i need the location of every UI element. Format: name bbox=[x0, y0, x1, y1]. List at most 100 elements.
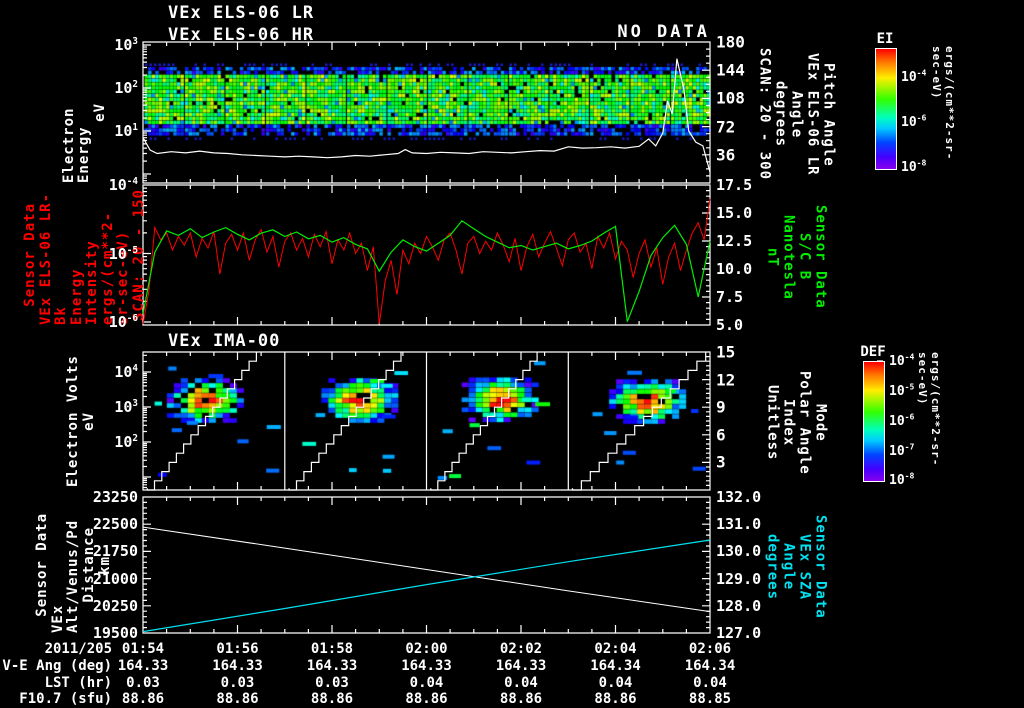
y-tick-label: 131.0 bbox=[716, 515, 762, 534]
y-tick-label: 128.0 bbox=[716, 596, 762, 615]
y-tick-label: 12.5 bbox=[716, 232, 753, 250]
axis-label-line: Angle bbox=[788, 90, 805, 139]
panel3-staircase bbox=[571, 352, 707, 491]
table-value: 88.86 bbox=[310, 691, 354, 707]
y-tick-label: 130.0 bbox=[716, 542, 762, 561]
y-tick-label: 104 bbox=[114, 363, 138, 381]
y-tick-label: 101 bbox=[114, 122, 138, 140]
y-tick-label: 23250 bbox=[92, 488, 138, 506]
y-tick-label: 180 bbox=[716, 32, 745, 52]
colorbar-ei-title: EI bbox=[876, 31, 894, 47]
table-value: 0.04 bbox=[598, 674, 633, 691]
row-label-f107: F10.7 (sfu) bbox=[19, 691, 112, 707]
axis-label-line: Unitless bbox=[764, 385, 781, 461]
table-value: 164.34 bbox=[684, 658, 736, 674]
y-tick-label: 10-5 bbox=[108, 244, 138, 263]
table-value: 0.03 bbox=[220, 674, 255, 691]
colorbar-def bbox=[863, 361, 885, 482]
y-tick-label: 129.0 bbox=[716, 569, 762, 588]
table-value: 88.86 bbox=[594, 691, 637, 707]
time-tick-label: 01:58 bbox=[310, 641, 354, 657]
axis-label-line: Electron Energy bbox=[61, 107, 92, 183]
table-value: 164.33 bbox=[401, 658, 452, 674]
axis-label-line: Sensor Data bbox=[22, 203, 38, 307]
table-value: 88.86 bbox=[216, 691, 259, 707]
axis-label-line: Polar Angle bbox=[796, 371, 813, 475]
axis-label-line: Pitch Angle bbox=[820, 62, 837, 167]
y-tick-label: 15 bbox=[716, 342, 736, 362]
y-tick-label: 103 bbox=[114, 36, 138, 54]
y-tick-label: 132.0 bbox=[716, 488, 762, 506]
panel1-title-line1: VEx ELS-06 LR bbox=[168, 3, 315, 23]
panel3-staircase bbox=[146, 352, 257, 491]
panel4-sza-line bbox=[142, 539, 711, 633]
colorbar-ei-unit: ergs/(cm**2-sr-sec-eV) bbox=[930, 46, 956, 161]
y-tick-label: 36 bbox=[716, 145, 736, 165]
no-data-label: NO DATA bbox=[617, 22, 710, 42]
axis-label-line: VEx ELS-06 LR bbox=[804, 53, 821, 176]
y-tick-label: 20250 bbox=[92, 596, 138, 615]
plot-figure: VEx ELS-06 LR VEx ELS-06 HR NO DATA VEx … bbox=[0, 0, 1024, 708]
colorbar-tick-label: 10-5 bbox=[889, 382, 915, 399]
y-tick-label: 72 bbox=[716, 117, 736, 137]
axis-label-line: VEx Alt/Venus/Pd bbox=[50, 519, 81, 633]
y-tick-label: 22500 bbox=[92, 515, 138, 534]
y-tick-label: 103 bbox=[114, 398, 138, 416]
y-tick-label: 7.5 bbox=[716, 288, 744, 306]
y-tick-label: 9 bbox=[716, 397, 726, 417]
y-tick-label: 6 bbox=[716, 425, 726, 445]
colorbar-tick-label: 10-6 bbox=[889, 412, 915, 429]
time-tick-label: 02:06 bbox=[688, 641, 732, 657]
axis-label-line: VEx SZA bbox=[796, 533, 813, 600]
y-tick-label: 5.0 bbox=[716, 316, 744, 334]
table-value: 0.04 bbox=[504, 674, 538, 691]
y-tick-label: 15.0 bbox=[716, 204, 753, 222]
y-tick-label: 3 bbox=[716, 452, 726, 472]
panel3-staircase bbox=[288, 352, 402, 491]
axis-label-line: Mode bbox=[812, 404, 829, 442]
colorbar-tick-label: 10-7 bbox=[889, 442, 915, 459]
y-tick-label: 144 bbox=[716, 60, 745, 80]
panel3-staircase bbox=[430, 352, 538, 491]
y-tick-label: 12 bbox=[716, 370, 736, 390]
y-tick-label: 127.0 bbox=[716, 624, 762, 642]
colorbar-tick-label: 10-6 bbox=[901, 113, 927, 131]
y-tick-label: 102 bbox=[114, 79, 138, 97]
y-tick-label: 21000 bbox=[92, 569, 138, 588]
table-value: 88.85 bbox=[688, 691, 732, 707]
table-value: 164.34 bbox=[590, 658, 641, 674]
table-value: 164.33 bbox=[495, 658, 547, 674]
row-label-veang: V-E Ang (deg) bbox=[2, 658, 112, 674]
row-label-lst: LST (hr) bbox=[44, 675, 112, 691]
table-value: 0.03 bbox=[315, 674, 349, 691]
table-value: 164.33 bbox=[306, 658, 358, 674]
time-tick-label: 01:56 bbox=[216, 641, 259, 657]
y-tick-label: 10.0 bbox=[716, 260, 753, 278]
colorbar-tick-label: 10-4 bbox=[901, 68, 927, 86]
axis-label-line: VEx ELS-06 LR-Bk bbox=[38, 192, 69, 325]
panel4-distance-line bbox=[142, 526, 711, 613]
axis-label-line: Sensor Data bbox=[812, 205, 829, 309]
axis-label-line: Sensor Data bbox=[34, 513, 50, 617]
panel1-title-line2: VEx ELS-06 HR bbox=[168, 25, 315, 45]
colorbar-ei bbox=[875, 48, 897, 170]
y-tick-label: 102 bbox=[114, 433, 138, 451]
colorbar-tick-label: 10-8 bbox=[889, 471, 915, 489]
y-tick-label: 108 bbox=[716, 88, 745, 108]
panel1-trace bbox=[142, 58, 711, 173]
colorbar-tick-label: 10-8 bbox=[901, 158, 927, 176]
y-tick-label: 21750 bbox=[92, 542, 138, 561]
table-value: 164.33 bbox=[212, 658, 263, 674]
axis-label-line: Electron Volts bbox=[64, 354, 81, 487]
time-tick-label: 02:00 bbox=[405, 641, 448, 657]
table-value: 88.86 bbox=[499, 691, 543, 707]
axis-label-line: Nanotesla bbox=[780, 214, 797, 300]
colorbar-def-unit: ergs/(cm**2-sr-sec-eV) bbox=[916, 352, 942, 467]
panel3-title: VEx IMA-00 bbox=[168, 331, 281, 351]
axis-label-line: Distance bbox=[81, 527, 97, 603]
axis-label-line: eV bbox=[92, 103, 108, 122]
y-tick-label: 10-6 bbox=[108, 313, 138, 331]
date-label: 2011/205 bbox=[44, 641, 112, 657]
axis-label-line: Sensor Data bbox=[812, 515, 829, 619]
axis-label-line: Angle bbox=[780, 543, 797, 591]
